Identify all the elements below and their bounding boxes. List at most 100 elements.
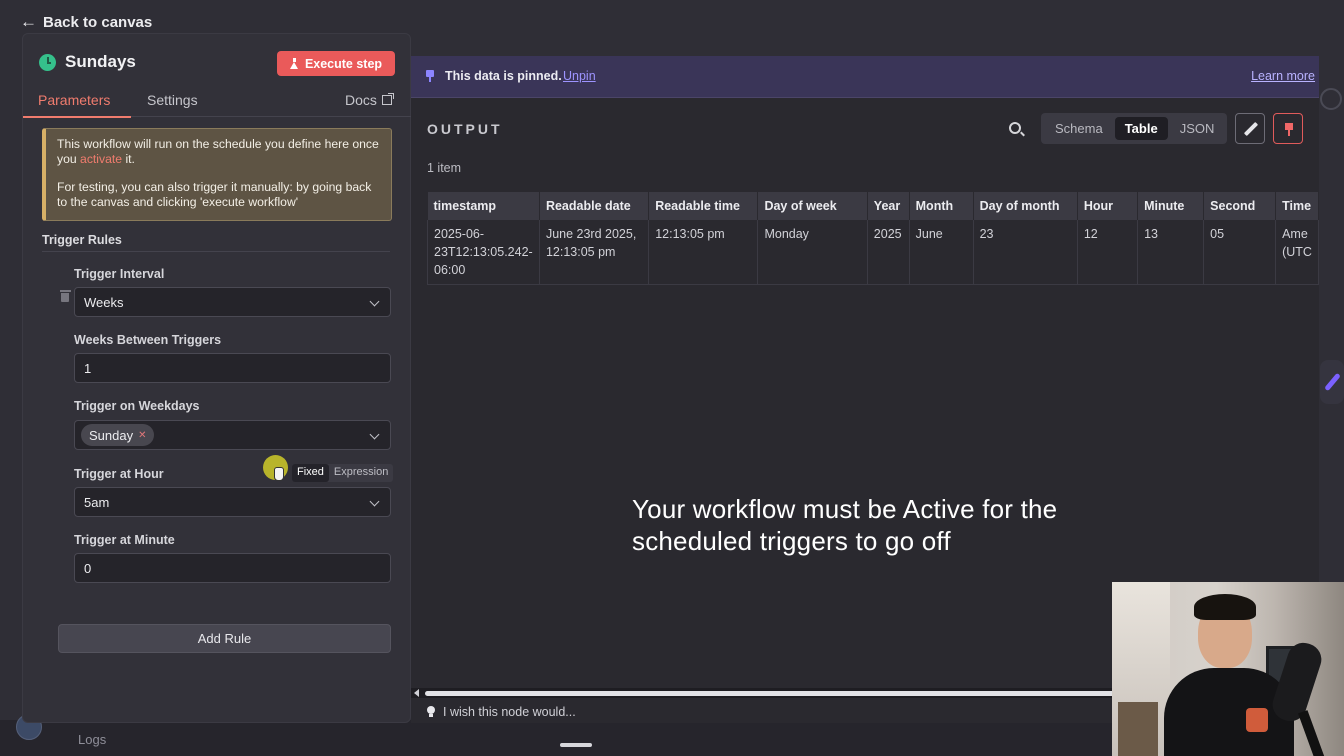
shirt-logo-icon bbox=[1246, 708, 1268, 732]
webcam-person-hair bbox=[1194, 594, 1256, 620]
schedule-info-notice: This workflow will run on the schedule y… bbox=[42, 128, 392, 221]
table-cell[interactable]: 05 bbox=[1203, 220, 1277, 285]
table-header-row: timestamp Readable date Readable time Da… bbox=[427, 192, 1319, 220]
table-cell[interactable]: June bbox=[909, 220, 974, 285]
chip-remove-icon[interactable]: ✕ bbox=[138, 430, 146, 441]
column-header[interactable]: Minute bbox=[1137, 192, 1205, 220]
column-header[interactable]: Readable date bbox=[539, 192, 650, 220]
column-header[interactable]: Time bbox=[1275, 192, 1319, 220]
resize-handle[interactable] bbox=[560, 743, 592, 747]
table-cell[interactable]: Monday bbox=[757, 220, 868, 285]
section-divider bbox=[42, 251, 390, 252]
logs-toggle[interactable]: Logs bbox=[78, 732, 106, 747]
items-count: 1 item bbox=[427, 161, 462, 175]
trigger-interval-label: Trigger Interval bbox=[74, 267, 165, 281]
trigger-hour-value: 5am bbox=[84, 494, 110, 510]
caption-line-1: Your workflow must be Active for the bbox=[632, 494, 1058, 524]
search-icon[interactable] bbox=[1009, 122, 1021, 134]
weeks-between-input[interactable]: 1 bbox=[74, 353, 391, 383]
node-header: Sundays bbox=[39, 52, 136, 72]
table-cell[interactable]: 12 bbox=[1077, 220, 1139, 285]
column-header[interactable]: Second bbox=[1203, 192, 1277, 220]
tab-settings[interactable]: Settings bbox=[147, 92, 198, 108]
pin-data-button[interactable] bbox=[1273, 113, 1303, 144]
trigger-rules-title: Trigger Rules bbox=[42, 233, 122, 247]
video-caption: Your workflow must be Active for the sch… bbox=[632, 493, 1057, 557]
info-line-1-end: it. bbox=[122, 152, 135, 166]
info-line-1: This workflow will run on the schedule y… bbox=[57, 137, 381, 167]
feedback-bar[interactable]: I wish this node would... bbox=[411, 700, 1112, 723]
flask-icon bbox=[289, 58, 299, 69]
column-header[interactable]: Readable time bbox=[648, 192, 759, 220]
learn-more-link[interactable]: Learn more bbox=[1251, 69, 1315, 83]
execute-step-label: Execute step bbox=[304, 56, 383, 71]
scroll-left-icon[interactable] bbox=[414, 689, 419, 697]
view-table[interactable]: Table bbox=[1114, 117, 1168, 140]
weekdays-select[interactable]: Sunday ✕ bbox=[74, 420, 391, 450]
trigger-hour-select[interactable]: 5am bbox=[74, 487, 391, 517]
column-header[interactable]: Hour bbox=[1077, 192, 1139, 220]
trigger-minute-input[interactable]: 0 bbox=[74, 553, 391, 583]
unpin-link[interactable]: Unpin bbox=[563, 69, 596, 83]
openai-node-icon bbox=[1320, 88, 1342, 110]
output-title: OUTPUT bbox=[427, 121, 503, 137]
table-cell[interactable]: 2025-06-23T12:13:05.242-06:00 bbox=[427, 220, 540, 285]
pin-icon bbox=[426, 70, 434, 82]
edit-output-button[interactable] bbox=[1235, 113, 1265, 144]
activate-link[interactable]: activate bbox=[80, 152, 122, 166]
execute-step-button[interactable]: Execute step bbox=[277, 51, 395, 76]
parameter-mode-toggle: Fixed Expression bbox=[292, 464, 394, 482]
pinned-text: This data is pinned. bbox=[445, 69, 562, 83]
trigger-hour-label: Trigger at Hour bbox=[74, 467, 164, 481]
column-header[interactable]: Year bbox=[867, 192, 910, 220]
column-header[interactable]: Day of week bbox=[757, 192, 868, 220]
tab-parameters[interactable]: Parameters bbox=[22, 92, 132, 118]
lightbulb-icon bbox=[427, 706, 435, 717]
mode-expression[interactable]: Expression bbox=[329, 464, 393, 482]
chevron-down-icon bbox=[369, 496, 380, 507]
trigger-interval-value: Weeks bbox=[84, 294, 124, 310]
horizontal-scrollbar[interactable] bbox=[411, 688, 1115, 698]
webcam-shelf bbox=[1118, 702, 1158, 756]
pointer-cursor-icon bbox=[274, 467, 284, 481]
info-line-2: For testing, you can also trigger it man… bbox=[57, 180, 372, 209]
weekday-chip[interactable]: Sunday ✕ bbox=[81, 424, 155, 446]
table-cell[interactable]: 13 bbox=[1137, 220, 1205, 285]
pinned-data-banner: This data is pinned. Unpin Learn more bbox=[411, 56, 1319, 98]
arrow-left-icon: ← bbox=[20, 12, 37, 31]
add-rule-button[interactable]: Add Rule bbox=[58, 624, 391, 653]
weekdays-label: Trigger on Weekdays bbox=[74, 399, 200, 413]
back-to-canvas-link[interactable]: ← Back to canvas bbox=[20, 12, 152, 32]
canvas-background-nodes bbox=[1318, 88, 1344, 528]
table-row: 2025-06-23T12:13:05.242-06:00 June 23rd … bbox=[427, 220, 1319, 285]
tab-docs[interactable]: Docs bbox=[345, 92, 394, 108]
table-cell[interactable]: 12:13:05 pm bbox=[648, 220, 759, 285]
trigger-minute-value: 0 bbox=[84, 560, 92, 576]
caption-line-2: scheduled triggers to go off bbox=[632, 526, 951, 556]
weeks-between-value: 1 bbox=[84, 360, 92, 376]
column-header[interactable]: Day of month bbox=[973, 192, 1078, 220]
trash-icon[interactable] bbox=[59, 290, 71, 302]
chevron-down-icon bbox=[369, 429, 380, 440]
mode-fixed[interactable]: Fixed bbox=[292, 464, 329, 482]
table-cell[interactable]: 2025 bbox=[867, 220, 910, 285]
table-cell[interactable]: 23 bbox=[973, 220, 1078, 285]
weekday-chip-label: Sunday bbox=[89, 427, 134, 443]
column-header[interactable]: timestamp bbox=[427, 192, 540, 220]
table-cell[interactable]: Ame (UTC bbox=[1275, 220, 1319, 285]
canvas-node-handle bbox=[1320, 360, 1344, 404]
view-schema[interactable]: Schema bbox=[1045, 117, 1113, 140]
clock-icon bbox=[39, 53, 56, 71]
view-json[interactable]: JSON bbox=[1170, 117, 1225, 140]
trigger-interval-select[interactable]: Weeks bbox=[74, 287, 391, 317]
feedback-text: I wish this node would... bbox=[443, 704, 576, 719]
node-parameters-panel: Sundays Execute step Parameters Settings… bbox=[22, 33, 412, 723]
table-cell[interactable]: June 23rd 2025, 12:13:05 pm bbox=[539, 220, 650, 285]
node-tabs: Parameters Settings Docs bbox=[22, 90, 412, 118]
node-title[interactable]: Sundays bbox=[65, 52, 136, 72]
chevron-down-icon bbox=[369, 296, 380, 307]
scrollbar-thumb[interactable] bbox=[425, 691, 1115, 696]
view-mode-switch: Schema Table JSON bbox=[1041, 113, 1227, 144]
output-table: timestamp Readable date Readable time Da… bbox=[427, 192, 1319, 285]
column-header[interactable]: Month bbox=[909, 192, 974, 220]
